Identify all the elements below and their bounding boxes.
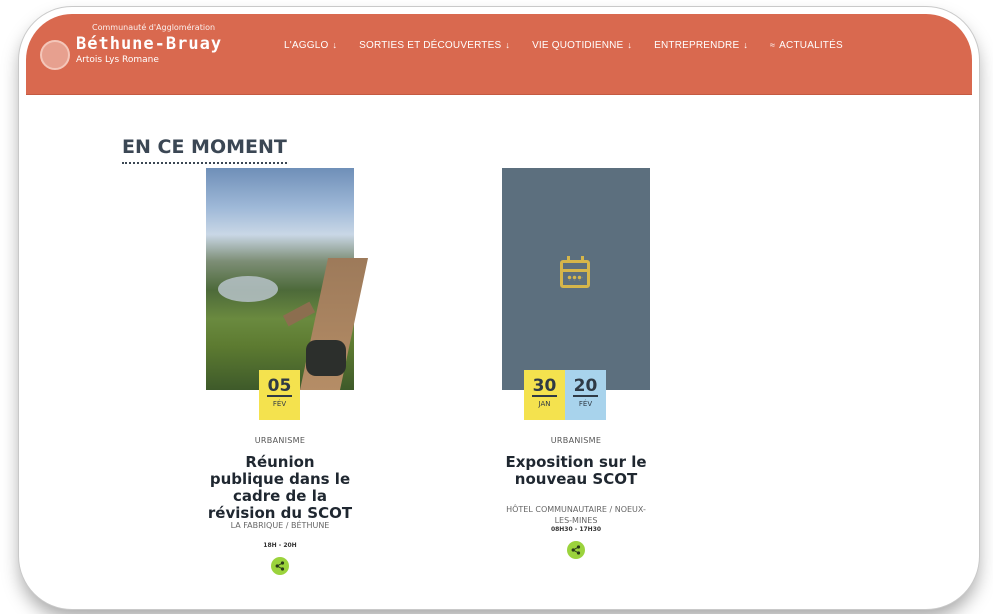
site-header: Communauté d'Agglomération Béthune-Bruay…	[26, 14, 972, 95]
nav-item-agglo[interactable]: L'Agglo ↓	[284, 40, 337, 51]
date-month: FÉV	[272, 400, 287, 408]
event-photo	[206, 168, 369, 390]
brand-subtitle: Artois Lys Romane	[76, 55, 159, 65]
chevron-down-icon: ↓	[505, 40, 511, 50]
event-category: URBANISME	[550, 436, 602, 445]
event-placeholder-image	[502, 168, 650, 390]
date-badge-end: 20 FÉV	[565, 370, 606, 420]
photo-handlebar	[306, 340, 346, 376]
nav-item-actualites[interactable]: ≈ Actualités	[770, 40, 843, 51]
event-location: HÔTEL COMMUNAUTAIRE / NOEUX-LES-MINES	[506, 505, 646, 525]
share-button[interactable]	[271, 557, 289, 575]
event-category: URBANISME	[254, 436, 306, 445]
section-title: EN CE MOMENT	[122, 136, 287, 164]
nav-item-label: L'Agglo	[284, 40, 329, 51]
nav-item-label: Entreprendre	[654, 40, 740, 51]
event-location: LA FABRIQUE / BÉTHUNE	[230, 521, 330, 530]
event-dates: 30 JAN 20 FÉV	[524, 370, 606, 420]
main-nav: L'Agglo ↓ Sorties et découvertes ↓ Vie quo…	[284, 40, 865, 51]
share-button[interactable]	[567, 541, 585, 559]
date-day: 30	[531, 376, 558, 397]
agglo-logo-icon	[40, 40, 70, 70]
chevron-down-icon: ↓	[627, 40, 633, 50]
brand-tagline: Communauté d'Agglomération	[92, 23, 216, 32]
nav-item-label: Vie quotidienne	[532, 40, 624, 51]
photo-bench	[282, 301, 316, 327]
event-time: 08H30 - 17H30	[550, 526, 602, 533]
photo-water	[218, 276, 278, 302]
share-icon	[571, 545, 581, 555]
chevron-down-icon: ↓	[332, 40, 338, 50]
event-dates: 05 FÉV	[259, 370, 300, 420]
date-month: FÉV	[578, 400, 593, 408]
nav-item-sorties[interactable]: Sorties et découvertes ↓	[359, 40, 510, 51]
event-time: 18H - 20H	[263, 542, 297, 549]
date-month: JAN	[538, 400, 551, 408]
nav-item-vie-quotidienne[interactable]: Vie quotidienne ↓	[532, 40, 632, 51]
date-day: 20	[572, 376, 599, 397]
calendar-icon	[560, 256, 590, 288]
chevron-down-icon: ↓	[743, 40, 749, 50]
event-title[interactable]: Réunion publique dans le cadre de la rév…	[206, 454, 354, 522]
date-day: 05	[266, 376, 293, 397]
brand-name: Béthune-Bruay	[76, 34, 223, 54]
nav-item-label: Sorties et découvertes	[359, 40, 502, 51]
event-title[interactable]: Exposition sur le nouveau SCOT	[502, 454, 650, 488]
date-badge: 05 FÉV	[259, 370, 300, 420]
share-icon	[275, 561, 285, 571]
nav-item-label: Actualités	[779, 40, 843, 51]
rss-icon: ≈	[770, 40, 776, 50]
browser-frame: Communauté d'Agglomération Béthune-Bruay…	[26, 14, 972, 602]
nav-item-entreprendre[interactable]: Entreprendre ↓	[654, 40, 748, 51]
date-badge-start: 30 JAN	[524, 370, 565, 420]
